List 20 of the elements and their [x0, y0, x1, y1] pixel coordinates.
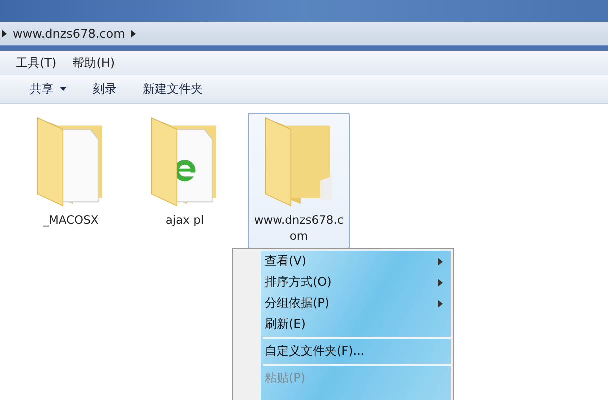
menu-item[interactable]: 刷新(E) [235, 314, 451, 335]
chevron-icon[interactable] [131, 30, 136, 38]
chevron-icon[interactable] [2, 30, 7, 38]
toolbar-button[interactable]: 新建文件夹 [141, 78, 205, 100]
toolbar-button[interactable]: 刻录 [91, 78, 119, 100]
menu-item[interactable]: 工具(T) [14, 52, 59, 74]
file-name: _MACOSX [42, 212, 100, 228]
menu-item[interactable]: 查看(V) [235, 251, 451, 272]
file-item[interactable]: _MACOSX [20, 113, 122, 233]
file-item[interactable]: ajax pl [134, 113, 236, 233]
menu-item[interactable]: 排序方式(O) [235, 272, 451, 293]
file-name: www.dnzs678.com [253, 212, 345, 244]
file-name: ajax pl [164, 212, 206, 228]
toolbar-button[interactable]: 共享 [28, 78, 69, 100]
address-bar[interactable]: www.dnzs678.com [0, 22, 608, 46]
menu-item[interactable]: 自定义文件夹(F)... [235, 341, 451, 362]
breadcrumb-item[interactable]: www.dnzs678.com [13, 26, 126, 40]
menu-item[interactable]: 分组依据(P) [235, 293, 451, 314]
file-item[interactable]: www.dnzs678.com [248, 113, 350, 249]
menu-item[interactable]: 帮助(H) [70, 52, 118, 74]
